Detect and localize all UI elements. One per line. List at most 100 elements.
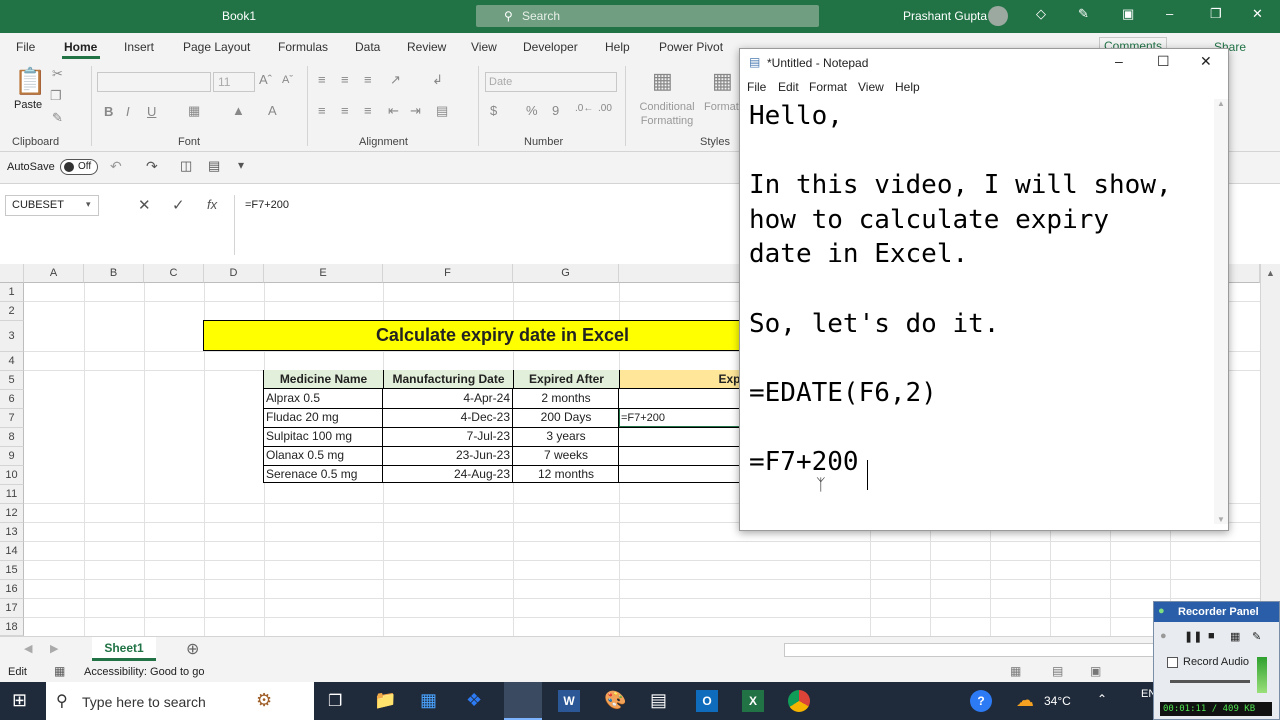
decrease-decimal-icon[interactable]: .00 — [598, 103, 612, 114]
row-header[interactable]: 17 — [0, 599, 24, 618]
wrap-text-icon[interactable]: ↲ — [432, 72, 443, 88]
row-header[interactable]: 2 — [0, 302, 24, 321]
pen-icon[interactable]: ✎ — [1078, 6, 1089, 22]
table-cell[interactable]: Serenace 0.5 mg — [266, 465, 381, 484]
chrome-icon[interactable] — [788, 690, 810, 712]
row-header[interactable]: 15 — [0, 561, 24, 580]
table-cell[interactable]: 7 weeks — [514, 446, 618, 465]
table-cell[interactable]: 12 months — [514, 465, 618, 484]
format-as-table-icon[interactable]: ▦ — [712, 68, 733, 94]
column-header[interactable]: E — [264, 264, 383, 283]
decrease-font-icon[interactable]: Aˇ — [282, 74, 293, 86]
align-left-icon[interactable]: ≡ — [318, 103, 326, 118]
align-bottom-icon[interactable]: ≡ — [364, 72, 372, 87]
orientation-icon[interactable]: ↗ — [390, 72, 401, 88]
row-header[interactable]: 9 — [0, 447, 24, 466]
tab-power-pivot[interactable]: Power Pivot — [659, 40, 723, 54]
table-cell[interactable]: 7-Jul-23 — [384, 427, 510, 446]
cancel-icon[interactable]: ✕ — [138, 196, 151, 214]
percent-icon[interactable]: % — [526, 103, 538, 118]
table-cell[interactable]: 23-Jun-23 — [384, 446, 510, 465]
fill-color-icon[interactable]: ▲ — [232, 103, 245, 118]
scroll-up-icon[interactable]: ▲ — [1266, 268, 1275, 278]
notepad-maximize-icon[interactable]: ☐ — [1157, 53, 1170, 70]
row-header[interactable]: 10 — [0, 466, 24, 485]
windows-start-icon[interactable]: ⊞ — [12, 690, 27, 711]
row-header[interactable]: 16 — [0, 580, 24, 599]
sort-icon[interactable]: ◫ — [180, 158, 192, 174]
paint-icon[interactable]: 🎨 — [604, 690, 626, 711]
screenshot-icon[interactable]: ▤ — [208, 158, 220, 174]
increase-decimal-icon[interactable]: .0← — [575, 103, 593, 114]
align-center-icon[interactable]: ≡ — [341, 103, 349, 118]
format-as-table-label[interactable]: Format as Table — [704, 100, 740, 114]
table-cell[interactable]: 200 Days — [514, 408, 618, 427]
table-cell[interactable]: 4-Dec-23 — [384, 408, 510, 427]
row-header[interactable]: 3 — [0, 321, 24, 352]
tab-insert[interactable]: Insert — [124, 40, 154, 54]
row-header[interactable]: 18 — [0, 618, 24, 636]
column-header[interactable]: D — [204, 264, 264, 283]
prev-sheet-icon[interactable]: ◀ — [24, 642, 32, 655]
font-color-icon[interactable]: A — [268, 103, 277, 118]
scroll-up-icon[interactable]: ▲ — [1217, 99, 1225, 108]
tab-data[interactable]: Data — [355, 40, 380, 54]
row-header[interactable]: 1 — [0, 283, 24, 302]
tab-page-layout[interactable]: Page Layout — [183, 40, 250, 54]
store-icon[interactable]: ▦ — [420, 690, 437, 711]
sheet-banner[interactable]: Calculate expiry date in Excel — [203, 320, 803, 351]
task-view-icon[interactable]: ❐ — [328, 691, 342, 711]
ribbon-display-icon[interactable]: ▣ — [1122, 6, 1134, 22]
table-header[interactable]: Manufacturing Date — [383, 370, 513, 389]
tab-help[interactable]: Help — [605, 40, 630, 54]
decrease-indent-icon[interactable]: ⇤ — [388, 103, 399, 119]
normal-view-icon[interactable]: ▦ — [1010, 664, 1021, 678]
restore-icon[interactable]: ❐ — [1210, 6, 1222, 22]
tab-review[interactable]: Review — [407, 40, 446, 54]
table-header[interactable]: Expired After — [513, 370, 619, 389]
name-box-dropdown-icon[interactable]: ▾ — [86, 199, 91, 210]
cut-icon[interactable]: ✂ — [52, 66, 63, 82]
comma-icon[interactable]: 9 — [552, 103, 559, 118]
copy-icon[interactable]: ❐ — [50, 88, 62, 104]
italic-button[interactable]: I — [126, 104, 130, 119]
table-header[interactable]: Medicine Name — [264, 370, 383, 389]
vertical-scrollbar[interactable]: ▲ — [1260, 264, 1280, 636]
diamond-icon[interactable]: ◇ — [1036, 6, 1046, 22]
column-header[interactable]: F — [383, 264, 513, 283]
record-icon[interactable]: ● — [1160, 630, 1167, 642]
notepad-scrollbar[interactable]: ▲ ▼ — [1214, 99, 1228, 524]
volume-slider[interactable] — [1170, 680, 1250, 683]
row-header[interactable]: 7 — [0, 409, 24, 428]
network-app-icon[interactable]: ▤ — [650, 690, 667, 711]
align-middle-icon[interactable]: ≡ — [341, 72, 349, 87]
draw-icon[interactable]: ✎ — [1252, 630, 1261, 643]
table-cell[interactable]: 24-Aug-23 — [384, 465, 510, 484]
align-right-icon[interactable]: ≡ — [364, 103, 372, 118]
customize-qat-icon[interactable]: ▾ — [238, 158, 244, 172]
notepad-menu-edit[interactable]: Edit — [778, 80, 799, 94]
accessibility-status[interactable]: Accessibility: Good to go — [84, 666, 204, 678]
conditional-formatting-icon[interactable]: ▦ — [652, 68, 673, 94]
outlook-icon[interactable]: O — [696, 690, 718, 712]
notepad-menu-format[interactable]: Format — [809, 80, 847, 94]
table-cell[interactable]: Sulpitac 100 mg — [266, 427, 381, 446]
increase-font-icon[interactable]: Aˆ — [259, 72, 272, 87]
next-sheet-icon[interactable]: ▶ — [50, 642, 58, 655]
table-cell[interactable]: 3 years — [514, 427, 618, 446]
notepad-minimize-icon[interactable]: – — [1115, 53, 1123, 69]
notepad-menu-file[interactable]: File — [747, 80, 766, 94]
borders-icon[interactable]: ▦ — [188, 103, 200, 119]
notepad-close-icon[interactable]: ✕ — [1200, 53, 1212, 70]
tray-chevron-icon[interactable]: ⌃ — [1097, 692, 1107, 706]
minimize-icon[interactable]: – — [1166, 6, 1173, 21]
tab-developer[interactable]: Developer — [523, 40, 578, 54]
table-cell[interactable]: Alprax 0.5 — [266, 389, 381, 408]
insert-function-icon[interactable]: fx — [207, 197, 217, 212]
dropbox-icon[interactable]: ❖ — [466, 690, 482, 711]
record-audio-checkbox[interactable] — [1167, 657, 1178, 668]
tab-file[interactable]: File — [16, 40, 35, 54]
notepad-menu-help[interactable]: Help — [895, 80, 920, 94]
notepad-taskbar-icon[interactable] — [504, 682, 542, 720]
row-header[interactable]: 11 — [0, 485, 24, 504]
